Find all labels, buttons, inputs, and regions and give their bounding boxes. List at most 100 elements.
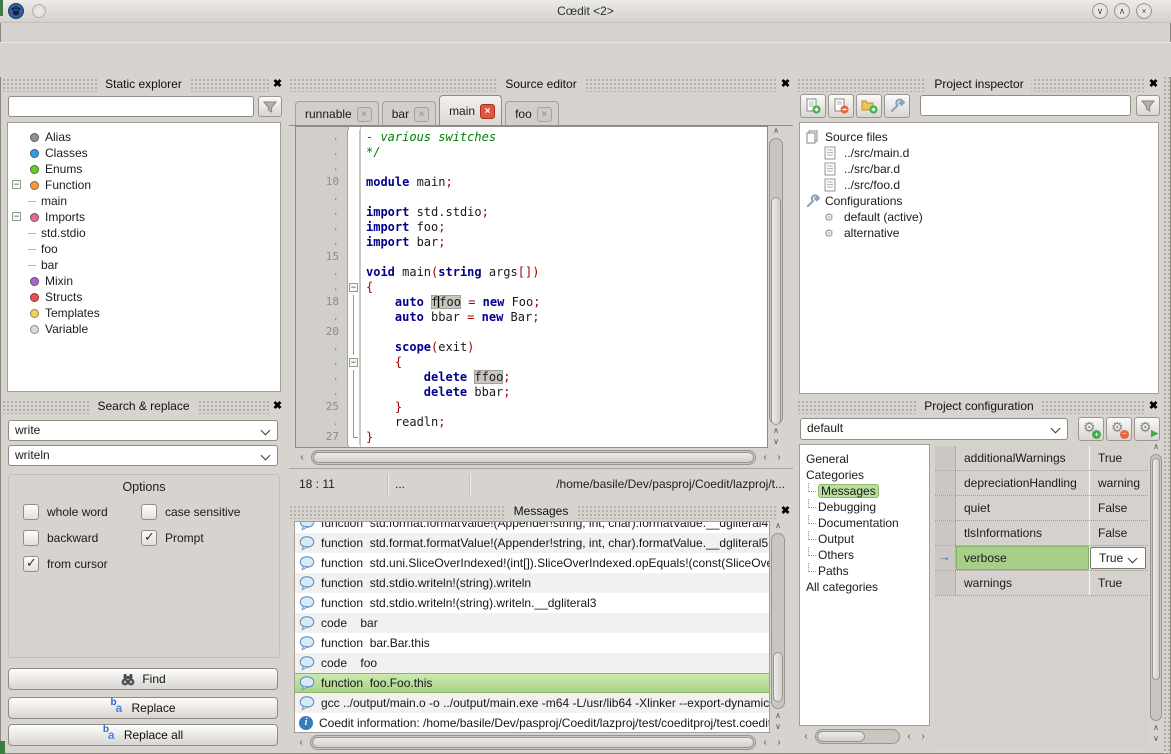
- tree-item[interactable]: foo: [8, 241, 280, 257]
- menu-item[interactable]: [22, 23, 44, 42]
- code-line[interactable]: . readln;: [296, 415, 767, 430]
- project-tree-item[interactable]: ⚙ Configurations: [800, 193, 1158, 209]
- add-folder-button[interactable]: [856, 94, 882, 118]
- panel-header[interactable]: Project configuration ✖: [797, 400, 1161, 414]
- messages-horizontal-scrollbar[interactable]: ‹ ‹ ›: [294, 734, 786, 751]
- code-line[interactable]: 25 }: [296, 400, 767, 415]
- message-row[interactable]: i function std.stdio.writeln!(string).wr…: [295, 573, 769, 593]
- code-line[interactable]: .import std.stdio;: [296, 205, 767, 220]
- code-line[interactable]: . scope(exit): [296, 340, 767, 355]
- option-checkbox[interactable]: from cursor: [23, 555, 141, 572]
- panel-close-icon[interactable]: ✖: [270, 77, 285, 92]
- scroll-right-icon[interactable]: ›: [916, 731, 930, 742]
- tree-item[interactable]: Templates: [8, 305, 280, 321]
- option-checkbox[interactable]: backward: [23, 529, 141, 546]
- code-line[interactable]: .void main(string args[]): [296, 265, 767, 280]
- tab-close-icon[interactable]: ×: [480, 104, 495, 119]
- tree-item[interactable]: Function: [8, 177, 280, 193]
- message-row[interactable]: i function foo.Foo.this: [295, 673, 769, 693]
- code-line[interactable]: .*/: [296, 145, 767, 160]
- checkbox-icon[interactable]: [141, 530, 157, 546]
- panel-close-icon[interactable]: ✖: [270, 399, 285, 414]
- panel-header[interactable]: Messages ✖: [289, 505, 793, 519]
- grid-vertical-scrollbar[interactable]: ∧ ∧∨: [1149, 442, 1163, 745]
- code-line[interactable]: 18 auto ffoo = new Foo;: [296, 295, 767, 310]
- title-bar[interactable]: Cœdit <2> ∨ ∧ ×: [0, 0, 1171, 23]
- scroll-down-icon[interactable]: ∨: [770, 722, 786, 733]
- tree-item[interactable]: Variable: [8, 321, 280, 337]
- project-tree-item[interactable]: ⚙ default (active): [800, 209, 1158, 225]
- property-value[interactable]: warning: [1090, 471, 1148, 495]
- replace-combobox[interactable]: writeln: [8, 445, 278, 466]
- scroll-up-icon[interactable]: ∧: [1149, 442, 1163, 453]
- property-value[interactable]: True: [1090, 446, 1148, 470]
- code-line[interactable]: 20: [296, 325, 767, 340]
- property-row[interactable]: → verbose True: [935, 546, 1148, 571]
- remove-config-button[interactable]: ⚙−: [1106, 417, 1132, 441]
- message-row[interactable]: i code foo: [295, 653, 769, 673]
- close-icon[interactable]: ×: [1136, 3, 1152, 19]
- message-row[interactable]: i Coedit information: /home/basile/Dev/p…: [295, 713, 769, 733]
- add-source-button[interactable]: [800, 94, 826, 118]
- inspector-filter-input[interactable]: [920, 95, 1131, 116]
- tab-close-icon[interactable]: ×: [414, 107, 429, 122]
- search-combobox[interactable]: write: [8, 420, 278, 441]
- code-line[interactable]: 27}: [296, 430, 767, 445]
- scroll-up-icon[interactable]: ∧: [768, 426, 784, 437]
- dock-splitter[interactable]: [1163, 76, 1171, 754]
- scroll-left-icon[interactable]: ‹: [295, 452, 309, 463]
- scroll-thumb[interactable]: [817, 731, 865, 742]
- scroll-thumb[interactable]: [1152, 458, 1160, 680]
- message-row[interactable]: i function std.format.formatValue!(Appen…: [295, 522, 769, 533]
- code-line[interactable]: 15: [296, 250, 767, 265]
- project-tree-item[interactable]: ⚙ ../src/bar.d: [800, 161, 1158, 177]
- category-item[interactable]: Output: [800, 531, 929, 547]
- property-row[interactable]: → quiet False: [935, 496, 1148, 521]
- code-line[interactable]: .- various switches: [296, 130, 767, 145]
- tree-item[interactable]: Mixin: [8, 273, 280, 289]
- tab-close-icon[interactable]: ×: [357, 107, 372, 122]
- property-row[interactable]: → tlsInformations False: [935, 521, 1148, 546]
- panel-header[interactable]: Source editor ✖: [289, 78, 793, 92]
- scroll-right-icon[interactable]: ›: [772, 737, 786, 748]
- project-tree-item[interactable]: ⚙ ../src/foo.d: [800, 177, 1158, 193]
- scroll-thumb[interactable]: [312, 737, 754, 748]
- scroll-left-icon[interactable]: ‹: [758, 737, 772, 748]
- panel-close-icon[interactable]: ✖: [1146, 399, 1161, 414]
- scroll-left-icon[interactable]: ‹: [902, 731, 916, 742]
- collapse-expander-icon[interactable]: [12, 180, 21, 189]
- clone-config-button[interactable]: ⚙▶: [1134, 417, 1160, 441]
- property-row[interactable]: → depreciationHandling warning: [935, 471, 1148, 496]
- option-checkbox[interactable]: whole word: [23, 503, 141, 520]
- tree-item[interactable]: Enums: [8, 161, 280, 177]
- property-value[interactable]: False: [1090, 496, 1148, 520]
- code-line[interactable]: . {: [296, 355, 767, 370]
- code-line[interactable]: .: [296, 160, 767, 175]
- checkbox-icon[interactable]: [23, 556, 39, 572]
- scroll-up-icon[interactable]: ∧: [770, 521, 786, 532]
- scroll-down-icon[interactable]: ∨: [768, 437, 784, 448]
- panel-close-icon[interactable]: ✖: [778, 77, 793, 92]
- tree-item[interactable]: Alias: [8, 129, 280, 145]
- code-line[interactable]: . delete bbar;: [296, 385, 767, 400]
- scroll-left-icon[interactable]: ‹: [799, 731, 813, 742]
- tree-item[interactable]: Classes: [8, 145, 280, 161]
- scroll-down-icon[interactable]: ∨: [1149, 734, 1163, 745]
- option-checkbox[interactable]: case sensitive: [141, 503, 240, 520]
- category-item[interactable]: Messages: [800, 483, 929, 499]
- editor-tab[interactable]: foo ×: [505, 101, 559, 126]
- code-line[interactable]: . auto bbar = new Bar;: [296, 310, 767, 325]
- panel-header[interactable]: Project inspector ✖: [797, 78, 1161, 92]
- scroll-thumb[interactable]: [313, 452, 754, 463]
- editor-tab[interactable]: bar ×: [382, 101, 436, 126]
- scroll-up-icon[interactable]: ∧: [1149, 723, 1163, 734]
- category-item[interactable]: Paths: [800, 563, 929, 579]
- rollup-up-icon[interactable]: ∧: [1114, 3, 1130, 19]
- panel-close-icon[interactable]: ✖: [1146, 77, 1161, 92]
- scroll-thumb[interactable]: [773, 652, 783, 702]
- editor-horizontal-scrollbar[interactable]: ‹ ‹ ›: [295, 449, 786, 466]
- category-item[interactable]: Documentation: [800, 515, 929, 531]
- panel-header[interactable]: Search & replace ✖: [2, 400, 285, 414]
- project-tree-item[interactable]: ⚙ ../src/main.d: [800, 145, 1158, 161]
- message-row[interactable]: i gcc ../output/main.o -o ../output/main…: [295, 693, 769, 713]
